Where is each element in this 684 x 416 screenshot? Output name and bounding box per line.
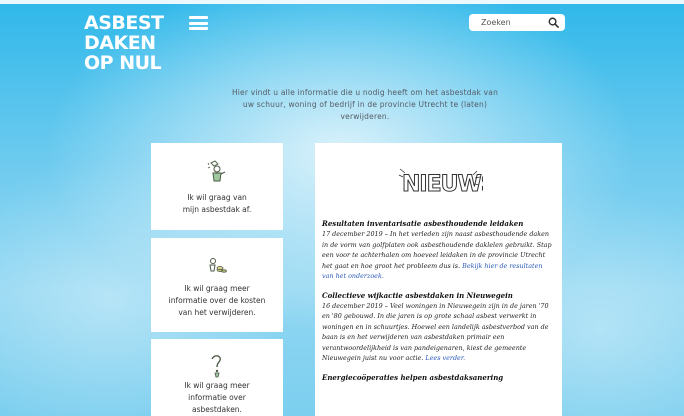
intro-text: Hier vindt u alle informatie die u nodig… — [231, 88, 499, 121]
news-item: Energiecoöperaties helpen asbestdaksaner… — [322, 372, 556, 383]
money-icon — [209, 258, 227, 273]
news-item-body: 16 december 2019 – Veel woningen in Nieu… — [322, 301, 549, 363]
news-item-link[interactable]: Lees verder. — [425, 354, 465, 362]
search-icon[interactable] — [548, 17, 559, 28]
card-label-line: mijn asbestdak af. — [182, 205, 252, 214]
hamburger-menu-icon[interactable] — [189, 16, 208, 30]
card-label-line: informatie over de kosten — [168, 296, 266, 305]
card-label-line: Ik wil graag van — [187, 193, 247, 202]
person-icon — [207, 160, 226, 182]
card-costs-info[interactable]: Ik wil graag meer informatie over de kos… — [151, 238, 283, 332]
card-label-line: Ik wil graag meer — [184, 284, 250, 293]
logo-line-3: OP NUL — [84, 52, 162, 74]
news-list: Resultaten inventarisatie asbesthoudende… — [322, 218, 556, 383]
news-item-title[interactable]: Energiecoöperaties helpen asbestdaksaner… — [322, 372, 556, 383]
card-remove-roof[interactable]: Ik wil graag van mijn asbestdak af. — [151, 143, 283, 230]
news-panel: NIEUWS Resultaten inventarisatie asbesth… — [315, 143, 562, 416]
search-input[interactable] — [481, 18, 547, 27]
card-asbestos-info[interactable]: Ik wil graag meer informatie over asbest… — [151, 339, 283, 416]
news-item: Resultaten inventarisatie asbesthoudende… — [322, 218, 556, 282]
card-label-line: Ik wil graag meer — [184, 381, 250, 390]
card-label-line: van het verwijderen. — [178, 308, 256, 317]
card-label-line: informatie over — [188, 393, 246, 402]
card-label-line: asbestdaken. — [192, 405, 242, 414]
question-icon — [211, 355, 221, 378]
news-logo: NIEUWS — [398, 168, 483, 198]
top-strip — [0, 0, 684, 4]
news-logo-text: NIEUWS — [402, 172, 483, 197]
news-item-title[interactable]: Collectieve wijkactie asbestdaken in Nie… — [322, 290, 556, 301]
logo-line-2: DAKEN — [84, 32, 156, 54]
site-logo[interactable]: ASBEST DAKEN OP NUL — [84, 13, 164, 73]
news-item: Collectieve wijkactie asbestdaken in Nie… — [322, 290, 556, 364]
search-box[interactable] — [469, 14, 565, 31]
news-item-title[interactable]: Resultaten inventarisatie asbesthoudende… — [322, 218, 556, 229]
logo-line-1: ASBEST — [84, 12, 164, 34]
